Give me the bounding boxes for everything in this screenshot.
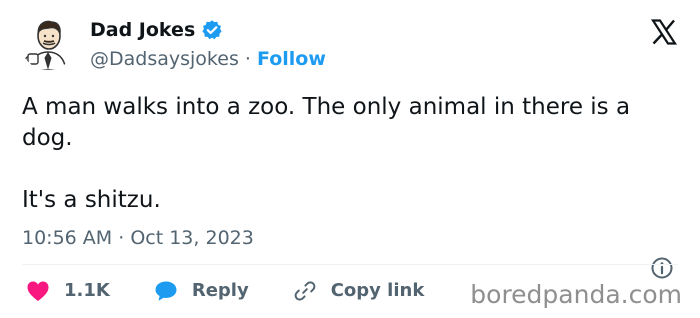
reply-button[interactable]: Reply xyxy=(154,280,249,302)
tweet-paragraph: It's a shitzu. xyxy=(22,187,161,213)
author-name-row: Dad Jokes xyxy=(90,18,223,42)
tweet-text: A man walks into a zoo. The only animal … xyxy=(22,92,682,216)
author-handle[interactable]: @Dadsaysjokes xyxy=(90,48,239,70)
divider xyxy=(22,264,678,265)
verified-badge-icon xyxy=(201,19,223,41)
author-handle-row: @Dadsaysjokes · Follow xyxy=(90,47,326,71)
info-icon[interactable] xyxy=(650,256,674,280)
tweet-actions: 1.1K Reply Copy link xyxy=(26,278,468,304)
author-display-name[interactable]: Dad Jokes xyxy=(90,18,195,42)
watermark: boredpanda.com xyxy=(470,280,682,309)
like-button[interactable]: 1.1K xyxy=(26,280,110,302)
copy-link-label: Copy link xyxy=(330,280,425,301)
avatar[interactable] xyxy=(20,14,76,70)
link-icon xyxy=(294,281,316,301)
follow-button[interactable]: Follow xyxy=(257,48,326,70)
tweet-paragraph: A man walks into a zoo. The only animal … xyxy=(22,94,631,151)
heart-icon xyxy=(27,281,49,301)
dad-avatar-illustration xyxy=(25,20,67,70)
handle-separator: · xyxy=(244,48,251,70)
tweet-timestamp[interactable]: 10:56 AM · Oct 13, 2023 xyxy=(22,226,254,250)
tweet-card: Dad Jokes @Dadsaysjokes · Follow A man w… xyxy=(0,0,700,318)
timestamp-separator: · xyxy=(118,227,125,249)
tweet-time: 10:56 AM xyxy=(22,227,113,249)
tweet-date: Oct 13, 2023 xyxy=(130,227,254,249)
reply-label: Reply xyxy=(191,280,249,301)
like-count: 1.1K xyxy=(64,280,110,301)
copy-link-button[interactable]: Copy link xyxy=(293,279,425,303)
x-logo-icon[interactable] xyxy=(650,18,678,46)
speech-bubble-icon xyxy=(155,281,177,301)
